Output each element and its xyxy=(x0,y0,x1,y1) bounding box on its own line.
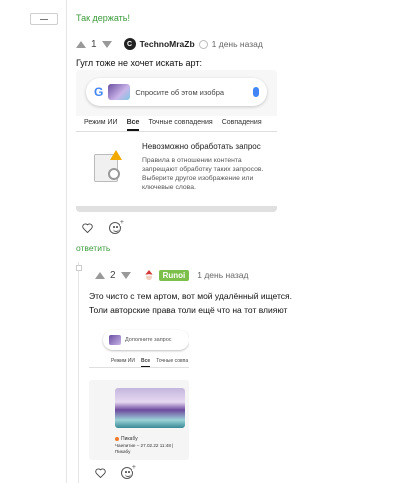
result-image xyxy=(115,388,185,428)
add-reaction-icon[interactable]: + xyxy=(109,219,124,234)
avatar[interactable] xyxy=(143,269,155,281)
google-logo-icon: G xyxy=(94,85,104,99)
upvote-icon[interactable] xyxy=(95,271,105,279)
comment-text-line: Это чисто с тем артом, вот мой удалённый… xyxy=(89,291,292,301)
comment-image[interactable]: Дополните запрос Режим ИИ Все Точные сов… xyxy=(89,320,189,460)
error-body: Правила в отношении контента запрещают о… xyxy=(142,157,264,191)
praise-text: Так держать! xyxy=(76,13,130,23)
tab-matches: Совпадения xyxy=(221,119,262,126)
result-caption: Чаепитие – 27.02.22 11:48 | Пикабу xyxy=(115,443,174,454)
comment-text: Это чисто с тем артом, вот мой удалённый… xyxy=(89,289,292,317)
reply-link[interactable]: ответить xyxy=(76,243,110,253)
comment-header: 1 C TechnoMraZb 1 день назад xyxy=(76,38,263,50)
error-title: Невозможно обработать запрос xyxy=(142,142,261,151)
result-source: Пикабу xyxy=(115,436,138,442)
downvote-icon[interactable] xyxy=(101,40,112,48)
comment-header: 2 Runoi 1 день назад xyxy=(95,269,248,281)
divider xyxy=(76,206,277,212)
nested-thread-line xyxy=(78,262,79,483)
timestamp[interactable]: 1 день назад xyxy=(212,39,263,49)
author-name[interactable]: Runoi xyxy=(158,269,190,281)
upvote-icon[interactable] xyxy=(76,40,86,48)
timestamp[interactable]: 1 день назад xyxy=(197,270,248,280)
heart-icon[interactable] xyxy=(95,468,106,478)
pikabu-icon xyxy=(115,437,119,441)
google-search-bar: Дополните запрос xyxy=(103,330,189,350)
comment-text-line: Толи авторские права толи ещё что на тот… xyxy=(89,305,288,315)
tab-all: Все xyxy=(141,358,151,367)
comment-text: Гугл тоже не хочет искать арт: xyxy=(76,58,202,68)
user-badge-icon xyxy=(198,39,208,49)
google-search-bar: G Спросите об этом изобра xyxy=(86,78,267,106)
google-tabs: Режим ИИ Все Точные совпа xyxy=(89,358,189,368)
vote-count: 2 xyxy=(110,269,116,281)
tab-exact-matches: Точные совпа xyxy=(156,358,189,364)
collapse-nested-button[interactable] xyxy=(76,265,82,271)
tab-all: Все xyxy=(126,116,140,131)
result-card: Пикабу Чаепитие – 27.02.22 11:48 | Пикаб… xyxy=(89,380,189,460)
thread-line xyxy=(66,0,67,483)
add-reaction-icon[interactable]: + xyxy=(121,464,136,479)
collapse-thread-button[interactable] xyxy=(30,13,58,25)
search-placeholder: Спросите об этом изобра xyxy=(135,87,225,97)
search-image-thumbnail xyxy=(109,335,121,345)
tab-ai-mode: Режим ИИ xyxy=(111,358,135,364)
tab-ai-mode: Режим ИИ xyxy=(84,119,118,126)
search-image-thumbnail xyxy=(108,84,131,100)
downvote-icon[interactable] xyxy=(120,271,131,279)
microphone-icon xyxy=(253,87,259,97)
comment-image[interactable]: G Спросите об этом изобра Режим ИИ Все Т… xyxy=(76,70,277,212)
error-panel: Невозможно обработать запрос Правила в о… xyxy=(76,132,277,212)
heart-icon[interactable] xyxy=(82,223,93,233)
warning-illustration-icon xyxy=(94,150,124,184)
google-tabs: Режим ИИ Все Точные совпадения Совпадени… xyxy=(76,116,277,132)
source-name: Пикабу xyxy=(121,436,138,442)
avatar[interactable]: C xyxy=(123,38,136,50)
author-name[interactable]: TechnoMraZb xyxy=(140,39,195,49)
minus-icon xyxy=(40,18,48,20)
vote-count: 1 xyxy=(91,38,97,50)
search-placeholder: Дополните запрос xyxy=(125,337,172,343)
tab-exact-matches: Точные совпадения xyxy=(148,119,213,126)
